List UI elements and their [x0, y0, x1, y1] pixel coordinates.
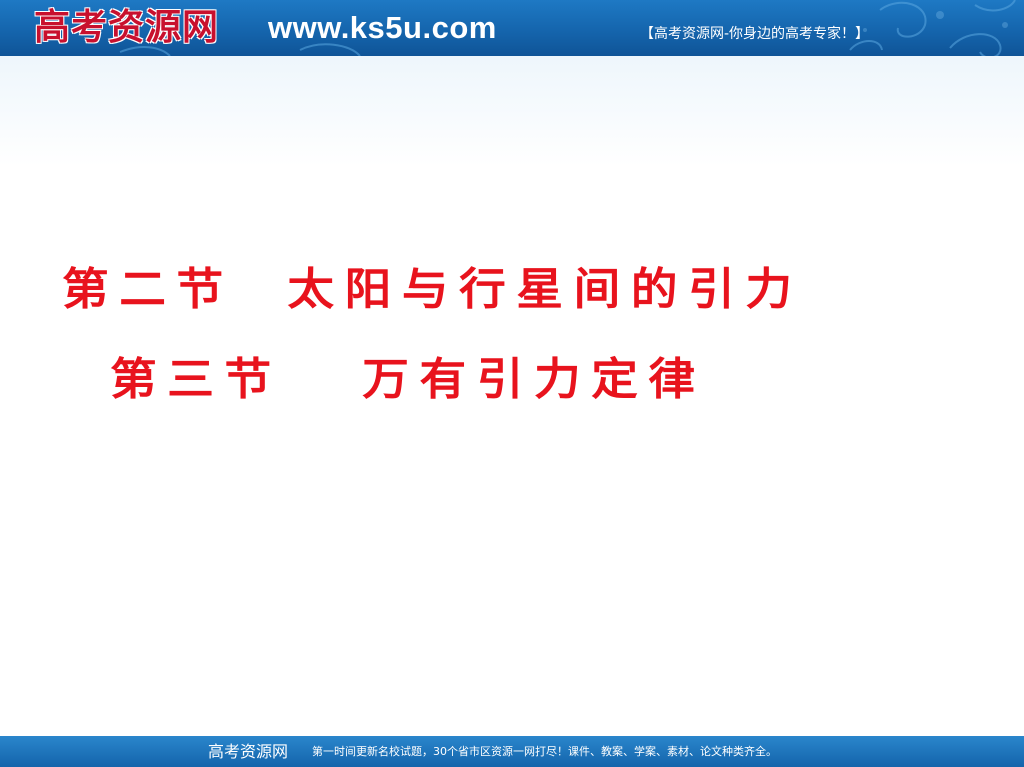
footer-tagline: 第一时间更新名校试题，30个省市区资源一网打尽！课件、教案、学案、素材、论文种类…	[312, 745, 777, 758]
slide-title-section-3: 第三节 万有引力定律	[110, 354, 706, 405]
site-url-link[interactable]: www.ks5u.com	[268, 10, 497, 46]
site-slogan: 【高考资源网-你身边的高考专家！】	[640, 26, 870, 42]
header-bar: 高考资源网 www.ks5u.com 【高考资源网-你身边的高考专家！】	[0, 0, 1024, 56]
footer-bar: 高考资源网 第一时间更新名校试题，30个省市区资源一网打尽！课件、教案、学案、素…	[0, 736, 1024, 767]
footer-brand[interactable]: 高考资源网	[208, 742, 288, 762]
site-logo[interactable]: 高考资源网	[34, 4, 219, 50]
slide-title-section-2: 第二节 太阳与行星间的引力	[62, 264, 803, 315]
header-fade-background	[0, 56, 1024, 166]
